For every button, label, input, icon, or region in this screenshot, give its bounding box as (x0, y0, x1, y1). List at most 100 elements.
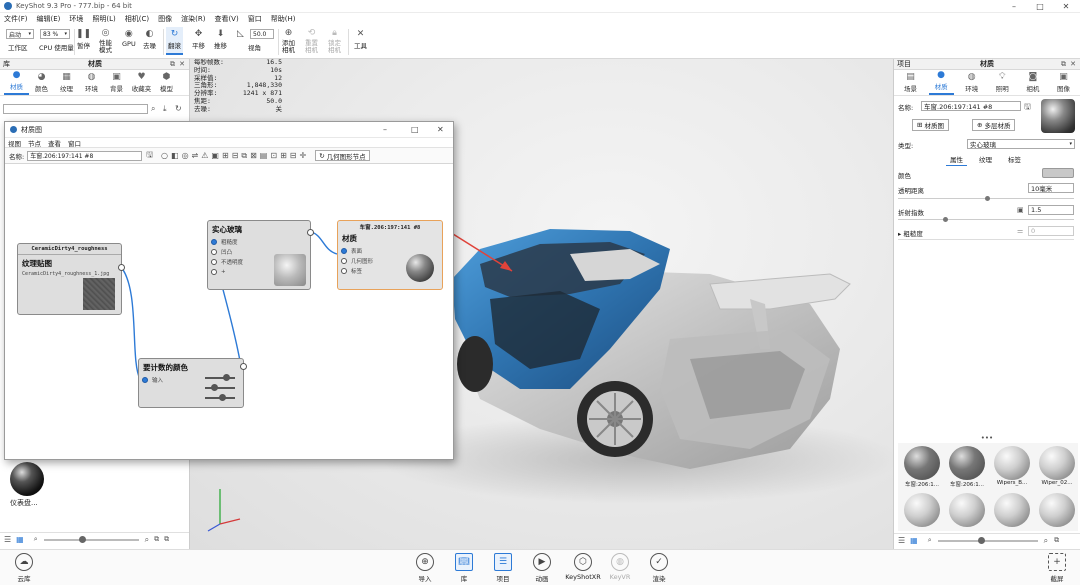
tab-environment[interactable]: ◍ 环境 (959, 72, 984, 95)
curve-output-port[interactable] (240, 363, 247, 370)
material-type-select[interactable]: 实心玻璃 ▾ (967, 139, 1075, 149)
menu-file[interactable]: 文件(F) (4, 14, 28, 24)
library-search-input[interactable] (3, 104, 148, 114)
transparency-slider[interactable] (898, 196, 1074, 201)
tab-materials[interactable]: ● 材质 (4, 70, 29, 95)
view-angle-button[interactable]: 视角 (248, 42, 261, 52)
cpu-usage-select[interactable]: 83 % ▾ (40, 29, 70, 39)
material-thumb[interactable]: Wiper_02... (1036, 446, 1078, 489)
list-view-icon[interactable]: ☰ (898, 536, 905, 545)
tumble-button[interactable]: ↻ 翻滚 (166, 27, 183, 55)
keyvr-button[interactable]: ◍ KeyVR (606, 553, 634, 581)
subtab-properties[interactable]: 属性 (946, 153, 967, 166)
library-button[interactable]: 📖︎ 库 (450, 553, 478, 583)
lock-camera-button[interactable]: 🔒︎ 锁定 相机 (328, 28, 341, 54)
tab-environments[interactable]: ◍ 环境 (79, 72, 104, 95)
add-camera-button[interactable]: ⊕ 添加 相机 (282, 28, 295, 54)
performance-mode-button[interactable]: ◎ 性能 模式 (99, 28, 112, 54)
thumbnail-size-slider[interactable] (937, 536, 1038, 544)
close-panel-icon[interactable]: ✕ (1070, 60, 1076, 68)
material-output-node[interactable]: 车窗.206:197:141 #8 材质 表面 几何图形 标签 (337, 220, 443, 290)
roughness-slider[interactable] (898, 239, 1074, 240)
graph-minimize-button[interactable]: – (383, 125, 387, 134)
float-footer-icon[interactable]: ⧉ (1054, 536, 1059, 545)
graph-menu-node[interactable]: 节点 (28, 138, 41, 148)
cpu-usage-button[interactable]: CPU 使用量 (39, 42, 74, 52)
thumbnail-size-slider[interactable] (43, 535, 139, 543)
close-button[interactable]: ✕ (1053, 0, 1079, 13)
float-panel-icon[interactable]: ⧉ (1061, 60, 1066, 69)
workspace-select[interactable]: 启动 ▾ (6, 29, 34, 39)
material-name-input[interactable]: 车窗.206:197:141 #8 (921, 101, 1021, 111)
keyshotxr-button[interactable]: ⬡ KeyShotXR (565, 553, 601, 581)
focal-length-input[interactable]: 50.0 (250, 29, 274, 39)
pause-button[interactable]: ❚❚ 暂停 (76, 28, 91, 51)
minimize-button[interactable]: – (1001, 0, 1027, 13)
denoise-button[interactable]: ◐ 去噪 (143, 28, 156, 51)
multilayer-material-button[interactable]: ⊕ 多层材质 (972, 119, 1016, 131)
material-graph-canvas[interactable]: CeramicDirty4_roughness 纹理贴图 CeramicDirt… (5, 170, 453, 459)
material-thumb[interactable]: Wipers_B... (991, 446, 1033, 489)
material-graph-button[interactable]: ⊞ 材质图 (912, 119, 949, 131)
render-button[interactable]: ✓ 渲染 (645, 553, 673, 583)
cloud-library-button[interactable]: ☁ 云库 (10, 553, 38, 583)
material-thumb[interactable] (901, 493, 943, 528)
menu-render[interactable]: 渲染(R) (181, 14, 205, 24)
more-dots-icon[interactable]: ••• (894, 435, 1080, 443)
link-icon[interactable]: ⧉ (164, 535, 169, 544)
close-panel-icon[interactable]: ✕ (179, 60, 185, 68)
ior-slider[interactable] (898, 217, 1074, 222)
texture-link-icon[interactable]: ▣ (1017, 206, 1024, 214)
graph-menu-view[interactable]: 视图 (8, 138, 21, 148)
float-footer-icon[interactable]: ⧉ (154, 535, 159, 544)
import-library-icon[interactable]: ⤓ (163, 104, 167, 114)
menu-view[interactable]: 查看(V) (214, 14, 238, 24)
animation-button[interactable]: ▶ 动画 (528, 553, 556, 583)
menu-lighting[interactable]: 照明(L) (92, 14, 115, 24)
port-roughness[interactable]: 粗糙度 (208, 237, 310, 247)
float-panel-icon[interactable]: ⧉ (170, 60, 175, 69)
save-material-icon[interactable]: 🖫 (146, 149, 153, 163)
solid-glass-node[interactable]: 实心玻璃 粗糙度 凹凸 不透明度 + (207, 220, 314, 290)
tools-button[interactable]: ✕ 工具 (354, 28, 367, 51)
workspace-button[interactable]: 工作区 (8, 42, 28, 52)
texture-map-node[interactable]: CeramicDirty4_roughness 纹理贴图 CeramicDirt… (17, 243, 125, 315)
list-view-icon[interactable]: ☰ (4, 535, 11, 544)
maximize-button[interactable]: □ (1027, 0, 1053, 13)
transparency-distance-input[interactable]: 10毫米 (1028, 183, 1074, 193)
material-thumb[interactable]: 车窗:206:1... (946, 446, 988, 489)
material-thumb[interactable] (946, 493, 988, 528)
tab-models[interactable]: ⬢ 模型 (154, 72, 179, 95)
refresh-icon[interactable]: ↻ (175, 104, 182, 113)
slider-handle[interactable] (977, 536, 985, 544)
port-surface[interactable]: 表面 (338, 246, 442, 256)
tab-material[interactable]: ● 材质 (928, 70, 954, 95)
gpu-button[interactable]: ◉ GPU (122, 28, 136, 49)
tab-colors[interactable]: ◕ 颜色 (29, 72, 54, 95)
project-button[interactable]: ☰ 项目 (489, 553, 517, 583)
slider-settings-icon[interactable]: ⚌ (1017, 227, 1023, 235)
texture-output-port[interactable] (118, 264, 125, 271)
menu-environment[interactable]: 环境 (69, 14, 83, 24)
graph-name-input[interactable]: 车窗.206:197:141 #8 (27, 150, 143, 161)
graph-menu-look[interactable]: 查看 (48, 138, 61, 148)
tab-scene[interactable]: ▤ 场景 (898, 72, 923, 95)
material-thumb[interactable] (1036, 493, 1078, 528)
graph-menu-window[interactable]: 窗口 (68, 138, 81, 148)
geometry-node-button[interactable]: ↻ 几何图形节点 (315, 150, 370, 161)
subtab-textures[interactable]: 纹理 (975, 153, 996, 166)
reset-camera-button[interactable]: ⟲ 重置 相机 (305, 28, 318, 54)
menu-window[interactable]: 窗口 (248, 14, 262, 24)
tab-backgrounds[interactable]: ▣ 背景 (104, 72, 129, 95)
tab-lighting[interactable]: 💡︎ 照明 (990, 72, 1015, 95)
dolly-button[interactable]: ⬇ 推移 (214, 28, 227, 51)
tab-camera[interactable]: ◙ 相机 (1020, 72, 1045, 95)
menu-camera[interactable]: 相机(C) (125, 14, 149, 24)
graph-tool-icons[interactable]: ○◧◎⇌⚠▣⊞⊟⧉⊠▤⊡⊞⊟✛ (161, 151, 309, 161)
search-icon[interactable]: ⌕ (151, 104, 155, 114)
slider-handle[interactable] (78, 535, 86, 543)
roughness-input[interactable]: 0 (1028, 226, 1074, 236)
menu-edit[interactable]: 编辑(E) (37, 14, 61, 24)
material-thumb[interactable] (991, 493, 1033, 528)
screenshot-button[interactable]: + 截屏 (1043, 553, 1071, 583)
